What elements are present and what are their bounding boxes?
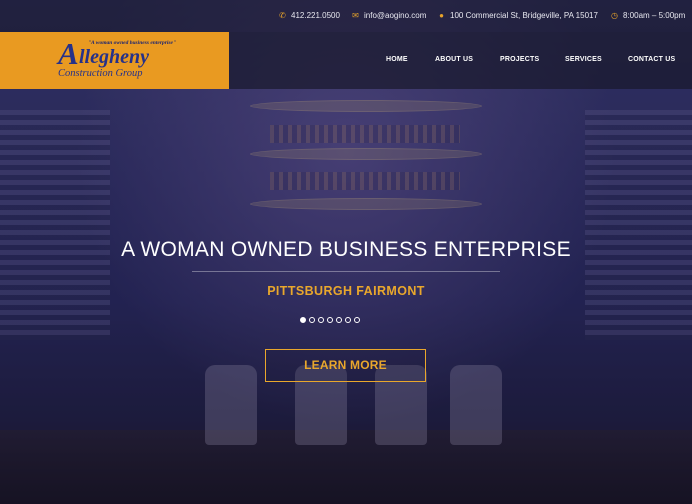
email-address[interactable]: info@aogino.com bbox=[364, 11, 426, 20]
clock-icon: ◷ bbox=[611, 11, 618, 20]
nav-services[interactable]: SERVICES bbox=[565, 56, 602, 63]
hero-subheadline: PITTSBURGH FAIRMONT bbox=[267, 284, 425, 298]
hero-divider bbox=[192, 271, 500, 272]
hours-text: 8:00am – 5:00pm bbox=[623, 11, 686, 20]
phone-number[interactable]: 412.221.0500 bbox=[291, 11, 340, 20]
slider-dot[interactable] bbox=[327, 317, 333, 323]
slider-dot[interactable] bbox=[318, 317, 324, 323]
nav-about-us[interactable]: ABOUT US bbox=[435, 56, 473, 63]
nav-projects[interactable]: PROJECTS bbox=[500, 56, 539, 63]
slider-pagination bbox=[300, 317, 360, 323]
nav-contact-us[interactable]: CONTACT US bbox=[628, 56, 675, 63]
phone-contact[interactable]: ✆ 412.221.0500 bbox=[278, 11, 340, 20]
slider-dot[interactable] bbox=[336, 317, 342, 323]
address-text: 100 Commercial St, Bridgeville, PA 15017 bbox=[450, 11, 598, 20]
slider-dot[interactable] bbox=[354, 317, 360, 323]
hours-info: ◷ 8:00am – 5:00pm bbox=[610, 11, 685, 20]
logo-subtitle: Construction Group bbox=[58, 68, 143, 79]
slider-dot[interactable] bbox=[345, 317, 351, 323]
top-info-bar: ✆ 412.221.0500 ✉ info@aogino.com ● 100 C… bbox=[0, 0, 692, 32]
slider-dot[interactable] bbox=[300, 317, 306, 323]
learn-more-button[interactable]: LEARN MORE bbox=[265, 349, 426, 382]
phone-icon: ✆ bbox=[279, 11, 286, 20]
logo-initial: A bbox=[58, 36, 79, 71]
map-marker-icon: ● bbox=[439, 11, 444, 20]
hero-headline: A WOMAN OWNED BUSINESS ENTERPRISE bbox=[121, 238, 571, 261]
nav-home[interactable]: HOME bbox=[386, 56, 408, 63]
address-info: ● 100 Commercial St, Bridgeville, PA 150… bbox=[437, 11, 598, 20]
slider-dot[interactable] bbox=[309, 317, 315, 323]
envelope-icon: ✉ bbox=[352, 11, 359, 20]
logo-name: llegheny bbox=[79, 46, 149, 68]
email-contact[interactable]: ✉ info@aogino.com bbox=[351, 11, 426, 20]
